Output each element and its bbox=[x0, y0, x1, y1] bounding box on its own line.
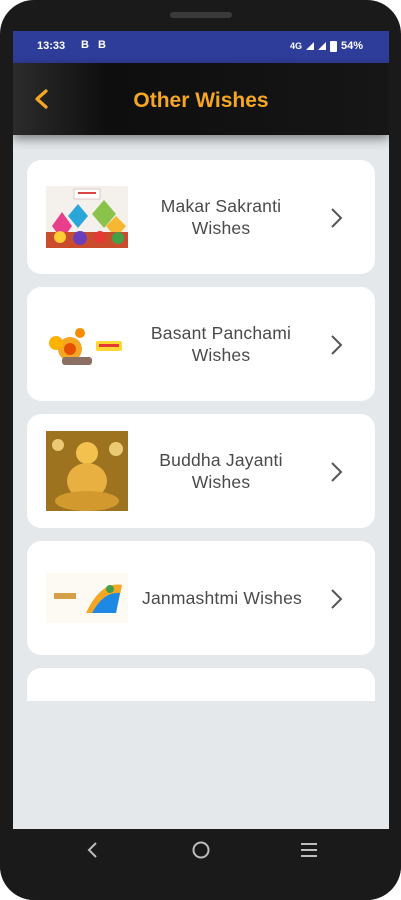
list-item-makar-sakranti[interactable]: Makar Sakranti Wishes bbox=[27, 160, 375, 274]
battery-percent: 54% bbox=[340, 40, 363, 52]
list-item-label: Makar Sakranti Wishes bbox=[160, 196, 282, 238]
notification-icons: B B bbox=[81, 39, 109, 51]
chevron-right-icon bbox=[331, 462, 343, 482]
phone-frame: 13:33 B B 4G 54% Other Wishes Makar Sakr… bbox=[0, 0, 401, 900]
system-nav-bar bbox=[0, 829, 401, 900]
kites-thumbnail bbox=[46, 186, 128, 248]
list-item-basant-panchami[interactable]: Basant Panchami Wishes bbox=[27, 287, 375, 401]
wishes-list: Makar Sakranti Wishes Basant Panchami Wi… bbox=[13, 135, 389, 701]
list-item-label: Basant Panchami Wishes bbox=[150, 323, 292, 365]
signal-icon bbox=[305, 42, 314, 50]
app-bar: Other Wishes bbox=[13, 63, 389, 135]
signal-icon-2 bbox=[317, 42, 326, 50]
status-bar: 13:33 B B 4G 54% bbox=[13, 31, 389, 63]
network-type-icon: 4G bbox=[289, 41, 302, 51]
nav-home-icon[interactable] bbox=[190, 839, 212, 861]
nav-recents-icon[interactable] bbox=[299, 841, 319, 859]
status-right: 4G 54% bbox=[290, 40, 363, 52]
buddha-thumbnail bbox=[46, 431, 128, 511]
list-item-janmashtmi[interactable]: Janmashtmi Wishes bbox=[27, 541, 375, 655]
list-item-buddha-jayanti[interactable]: Buddha Jayanti Wishes bbox=[27, 414, 375, 528]
marigold-thumbnail bbox=[46, 313, 128, 375]
list-item-label: Janmashtmi Wishes bbox=[142, 588, 302, 608]
krishna-thumbnail bbox=[46, 573, 128, 623]
speaker-grille bbox=[170, 12, 232, 18]
chevron-right-icon bbox=[331, 589, 343, 609]
status-time: 13:33 bbox=[37, 40, 66, 52]
chevron-right-icon bbox=[331, 335, 343, 355]
battery-icon bbox=[329, 40, 337, 52]
list-item-partial[interactable] bbox=[27, 668, 375, 701]
chevron-right-icon bbox=[331, 208, 343, 228]
page-title: Other Wishes bbox=[133, 89, 269, 112]
nav-back-icon[interactable] bbox=[86, 841, 100, 859]
list-item-label: Buddha Jayanti Wishes bbox=[159, 450, 283, 492]
screen: 13:33 B B 4G 54% Other Wishes Makar Sakr… bbox=[13, 31, 389, 829]
